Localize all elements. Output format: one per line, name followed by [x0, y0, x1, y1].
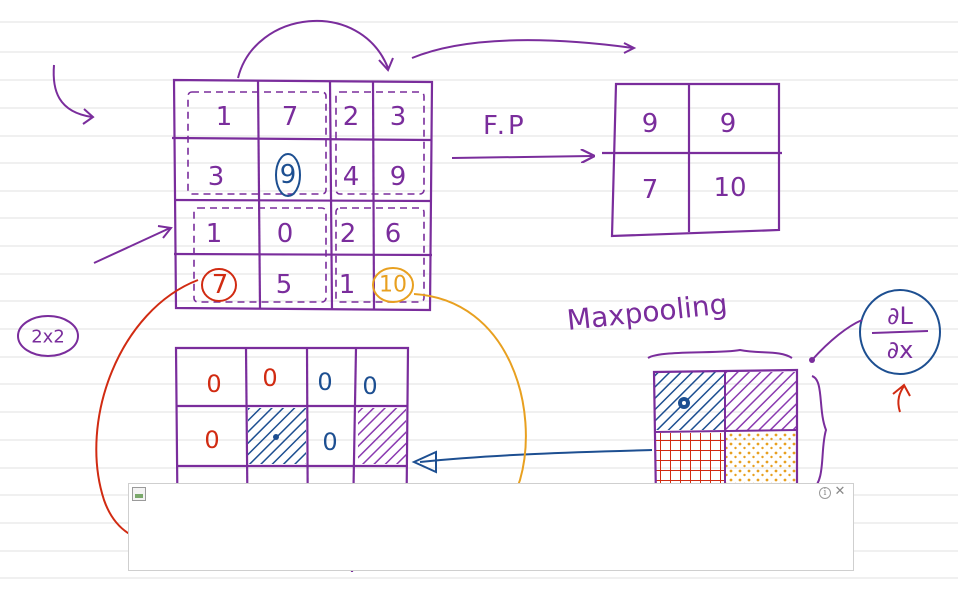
input-cell: 3 — [208, 162, 225, 192]
input-cell: 6 — [385, 219, 402, 249]
ad-overlay[interactable]: i ✕ — [128, 483, 854, 571]
output-cell: 9 — [642, 109, 659, 139]
gradient-pointer-arrow — [892, 383, 911, 413]
grad-cell: 0 — [322, 428, 337, 456]
ad-close-button[interactable]: ✕ — [833, 485, 847, 499]
input-cell: 4 — [343, 162, 360, 192]
incoming-grad-grid — [652, 368, 799, 502]
input-cell: 2 — [340, 219, 357, 249]
output-cell: 7 — [642, 175, 659, 205]
top-arc-arrow — [237, 20, 389, 79]
grad-cell: 0 — [362, 372, 377, 400]
grad-cell: 0 — [262, 364, 277, 392]
gradient-fraction-bar — [871, 330, 929, 334]
pool-size-label: 2x2 — [31, 327, 65, 348]
grad-cell: 0 — [206, 370, 221, 398]
output-cell: 9 — [720, 109, 737, 139]
input-cell: 9 — [390, 162, 407, 192]
grad-cell: 0 — [204, 426, 219, 454]
left-hook-arrow — [52, 64, 93, 118]
input-cell: 9 — [280, 160, 297, 190]
gradient-connector — [811, 319, 863, 361]
input-cell: 1 — [339, 270, 356, 300]
input-cell: 2 — [343, 102, 360, 132]
input-cell: 7 — [212, 270, 229, 300]
connector-dot — [809, 357, 815, 363]
fp-arrow — [451, 156, 592, 158]
grad-cell: 0 — [317, 368, 332, 396]
input-cell: 5 — [276, 270, 293, 300]
output-cell: 10 — [713, 173, 746, 203]
input-cell: 7 — [282, 102, 299, 132]
input-cell: 1 — [216, 102, 233, 132]
input-cell: 1 — [206, 219, 223, 249]
right-brace — [811, 375, 828, 491]
backprop-arrow — [419, 449, 653, 463]
input-cell: 10 — [379, 273, 407, 298]
ad-info-icon[interactable]: i — [819, 487, 831, 499]
input-cell: 3 — [390, 102, 407, 132]
broken-image-icon — [132, 487, 146, 501]
output-grid — [602, 82, 782, 238]
fp-label: F.P — [483, 111, 527, 141]
gradient-numerator: ∂L — [887, 302, 913, 330]
top-right-arrow — [411, 39, 634, 59]
input-cell: 0 — [277, 219, 294, 249]
gradient-denominator: ∂x — [887, 336, 914, 364]
method-label: Maxpooling — [565, 287, 729, 337]
